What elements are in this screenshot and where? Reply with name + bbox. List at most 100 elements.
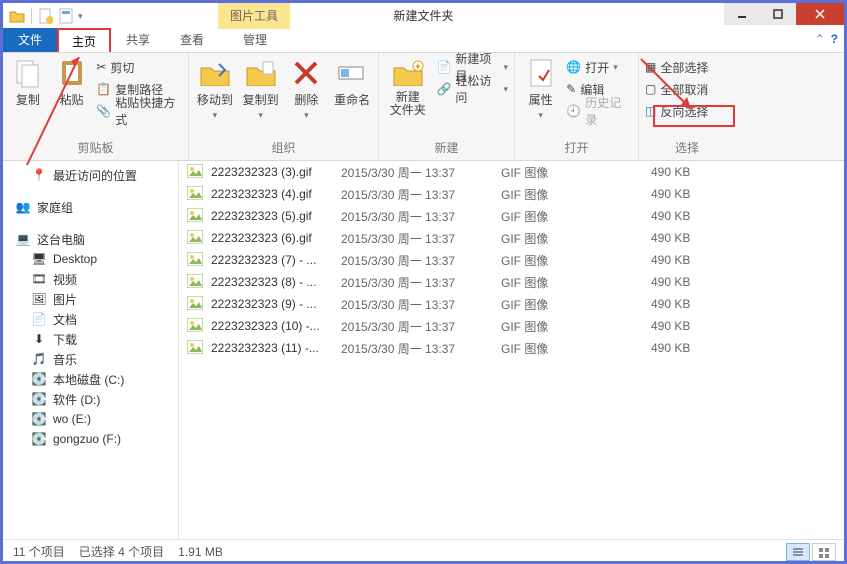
file-size: 490 KB bbox=[651, 209, 731, 223]
file-name: 2223232323 (10) -... bbox=[211, 319, 341, 333]
nav-videos[interactable]: 🎞视频 bbox=[3, 269, 178, 289]
invert-icon: ◫ bbox=[645, 104, 656, 118]
icons-view-button[interactable] bbox=[812, 543, 836, 561]
paste-shortcut-button[interactable]: 📎粘贴快捷方式 bbox=[96, 101, 182, 121]
select-all-button[interactable]: ▦全部选择 bbox=[645, 57, 708, 77]
maximize-button[interactable] bbox=[760, 3, 796, 25]
drive-icon: 💽 bbox=[31, 431, 47, 447]
file-row[interactable]: 2223232323 (8) - ...2015/3/30 周一 13:37GI… bbox=[179, 271, 844, 293]
title-bar: ▾ 图片工具 新建文件夹 bbox=[3, 3, 844, 29]
file-date: 2015/3/30 周一 13:37 bbox=[341, 318, 501, 335]
new-doc-icon[interactable] bbox=[38, 8, 54, 24]
file-row[interactable]: 2223232323 (10) -...2015/3/30 周一 13:37GI… bbox=[179, 315, 844, 337]
homegroup-icon: 👥 bbox=[15, 199, 31, 215]
path-icon: 📋 bbox=[96, 82, 111, 96]
nav-drive-f[interactable]: 💽gongzuo (F:) bbox=[3, 429, 178, 449]
nav-drive-c[interactable]: 💽本地磁盘 (C:) bbox=[3, 369, 178, 389]
file-list[interactable]: 2223232323 (3).gif2015/3/30 周一 13:37GIF … bbox=[179, 161, 844, 539]
help-icon[interactable]: ? bbox=[831, 32, 838, 46]
qat-dropdown-icon[interactable]: ▾ bbox=[78, 11, 83, 22]
minimize-ribbon-icon[interactable]: ⌃ bbox=[815, 32, 825, 46]
tab-view[interactable]: 查看 bbox=[165, 28, 219, 52]
nav-desktop[interactable]: 🖥Desktop bbox=[3, 249, 178, 269]
video-icon: 🎞 bbox=[31, 271, 47, 287]
file-name: 2223232323 (8) - ... bbox=[211, 275, 341, 289]
image-file-icon bbox=[187, 296, 205, 312]
nav-thispc[interactable]: 💻这台电脑 bbox=[3, 229, 178, 249]
close-button[interactable] bbox=[796, 3, 844, 25]
file-type: GIF 图像 bbox=[501, 186, 651, 203]
music-icon: 🎵 bbox=[31, 351, 47, 367]
file-row[interactable]: 2223232323 (7) - ...2015/3/30 周一 13:37GI… bbox=[179, 249, 844, 271]
nav-downloads[interactable]: ⬇下载 bbox=[3, 329, 178, 349]
image-file-icon bbox=[187, 318, 205, 334]
nav-drive-e[interactable]: 💽wo (E:) bbox=[3, 409, 178, 429]
file-name: 2223232323 (11) -... bbox=[211, 341, 341, 355]
nav-music[interactable]: 🎵音乐 bbox=[3, 349, 178, 369]
file-date: 2015/3/30 周一 13:37 bbox=[341, 274, 501, 291]
file-date: 2015/3/30 周一 13:37 bbox=[341, 186, 501, 203]
file-date: 2015/3/30 周一 13:37 bbox=[341, 296, 501, 313]
history-icon: 🕘 bbox=[566, 104, 581, 118]
drive-icon: 💽 bbox=[31, 371, 47, 387]
rename-button[interactable]: 重命名 bbox=[332, 57, 372, 121]
ribbon-tabs: 文件 主页 共享 查看 管理 ⌃ ? bbox=[3, 29, 844, 53]
file-size: 490 KB bbox=[651, 297, 731, 311]
move-to-button[interactable]: 移动到▾ bbox=[195, 57, 235, 121]
tab-share[interactable]: 共享 bbox=[111, 28, 165, 52]
properties-button[interactable]: 属性▾ bbox=[521, 57, 560, 121]
file-row[interactable]: 2223232323 (5).gif2015/3/30 周一 13:37GIF … bbox=[179, 205, 844, 227]
file-row[interactable]: 2223232323 (3).gif2015/3/30 周一 13:37GIF … bbox=[179, 161, 844, 183]
file-name: 2223232323 (9) - ... bbox=[211, 297, 341, 311]
recent-icon: 📍 bbox=[31, 167, 47, 183]
history-button[interactable]: 🕘历史记录 bbox=[566, 101, 632, 121]
file-type: GIF 图像 bbox=[501, 164, 651, 181]
status-size: 1.91 MB bbox=[178, 545, 223, 559]
nav-documents[interactable]: 📄文档 bbox=[3, 309, 178, 329]
file-row[interactable]: 2223232323 (9) - ...2015/3/30 周一 13:37GI… bbox=[179, 293, 844, 315]
delete-button[interactable]: 删除▾ bbox=[287, 57, 327, 121]
file-name: 2223232323 (3).gif bbox=[211, 165, 341, 179]
file-type: GIF 图像 bbox=[501, 274, 651, 291]
file-size: 490 KB bbox=[651, 231, 731, 245]
nav-homegroup[interactable]: 👥家庭组 bbox=[3, 197, 178, 217]
minimize-button[interactable] bbox=[724, 3, 760, 25]
newitem-icon: 📄 bbox=[436, 60, 451, 74]
file-date: 2015/3/30 周一 13:37 bbox=[341, 340, 501, 357]
file-row[interactable]: 2223232323 (4).gif2015/3/30 周一 13:37GIF … bbox=[179, 183, 844, 205]
ribbon: 复制 粘贴 ✂剪切 📋复制路径 📎粘贴快捷方式 剪贴板 移动到▾ 复制到▾ bbox=[3, 53, 844, 161]
file-date: 2015/3/30 周一 13:37 bbox=[341, 230, 501, 247]
file-type: GIF 图像 bbox=[501, 318, 651, 335]
copy-to-button[interactable]: 复制到▾ bbox=[241, 57, 281, 121]
file-date: 2015/3/30 周一 13:37 bbox=[341, 252, 501, 269]
tab-file[interactable]: 文件 bbox=[3, 28, 57, 52]
edit-icon: ✎ bbox=[566, 82, 576, 96]
nav-recent[interactable]: 📍最近访问的位置 bbox=[3, 165, 178, 185]
file-size: 490 KB bbox=[651, 341, 731, 355]
nav-drive-d[interactable]: 💽软件 (D:) bbox=[3, 389, 178, 409]
file-name: 2223232323 (7) - ... bbox=[211, 253, 341, 267]
cut-button[interactable]: ✂剪切 bbox=[96, 57, 182, 77]
tab-home[interactable]: 主页 bbox=[57, 28, 111, 52]
file-size: 490 KB bbox=[651, 319, 731, 333]
nav-pane[interactable]: 📍最近访问的位置 👥家庭组 💻这台电脑 🖥Desktop 🎞视频 🖼图片 📄文档… bbox=[3, 161, 179, 539]
open-icon: 🌐 bbox=[566, 60, 581, 74]
group-label-open: 打开 bbox=[521, 137, 632, 158]
invert-selection-button[interactable]: ◫反向选择 bbox=[645, 101, 708, 121]
nav-pictures[interactable]: 🖼图片 bbox=[3, 289, 178, 309]
new-folder-button[interactable]: ✦ 新建 文件夹 bbox=[385, 57, 430, 117]
select-none-button[interactable]: ▢全部取消 bbox=[645, 79, 708, 99]
image-file-icon bbox=[187, 340, 205, 356]
file-row[interactable]: 2223232323 (6).gif2015/3/30 周一 13:37GIF … bbox=[179, 227, 844, 249]
file-type: GIF 图像 bbox=[501, 208, 651, 225]
open-button[interactable]: 🌐打开▾ bbox=[566, 57, 632, 77]
properties-qat-icon[interactable] bbox=[58, 8, 74, 24]
easy-access-button[interactable]: 🔗轻松访问▾ bbox=[436, 79, 508, 99]
copy-button[interactable]: 复制 bbox=[9, 57, 47, 121]
file-row[interactable]: 2223232323 (11) -...2015/3/30 周一 13:37GI… bbox=[179, 337, 844, 359]
paste-button[interactable]: 粘贴 bbox=[53, 57, 91, 121]
tab-manage[interactable]: 管理 bbox=[219, 28, 291, 52]
file-type: GIF 图像 bbox=[501, 230, 651, 247]
file-size: 490 KB bbox=[651, 275, 731, 289]
details-view-button[interactable] bbox=[786, 543, 810, 561]
